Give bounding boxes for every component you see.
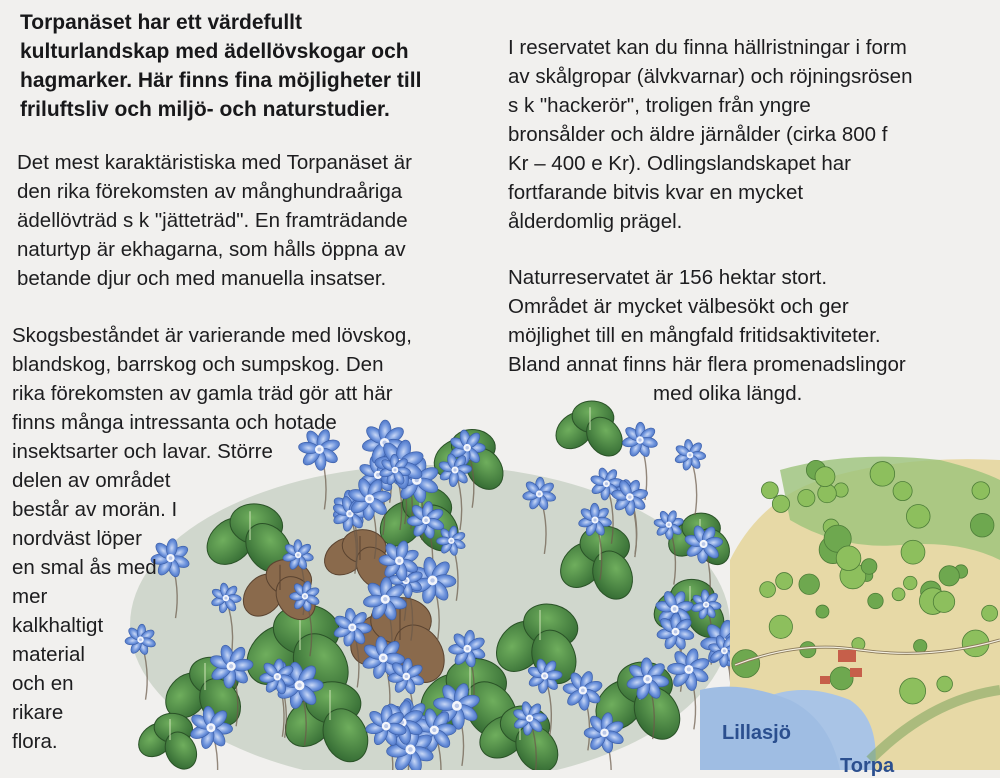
text-line: rikare [12, 701, 64, 724]
text-line: Skogsbeståndet är varierande med lövskog… [12, 324, 412, 347]
paragraph-skogsbestand: Skogsbeståndet är varierande med lövskog… [12, 321, 412, 756]
intro-line: Torpanäset har ett värdefullt [20, 11, 303, 34]
intro-line: kulturlandskap med ädellövskogar och [20, 40, 409, 63]
text-line: rika förekomsten av gamla träd gör att h… [12, 382, 393, 405]
text-line: nordväst löper [12, 527, 142, 550]
map-tree [775, 572, 794, 590]
intro-heading: Torpanäset har ett värdefullt kulturland… [20, 8, 421, 124]
text-line: och en [12, 672, 74, 695]
map-tree [891, 587, 906, 602]
text-line: bronsålder och äldre järnålder (cirka 80… [508, 123, 888, 146]
map-tree [768, 614, 793, 639]
map-tree [835, 545, 862, 571]
leaf [555, 400, 623, 457]
map-tree [771, 494, 790, 513]
map-tree [814, 466, 836, 488]
map-tree [900, 539, 926, 565]
paragraph-jattetrad: Det mest karaktäristiska med Torpanäset … [17, 148, 412, 293]
text-line: s k "hackerör", troligen från yngre [508, 94, 811, 117]
map-tree [906, 504, 931, 529]
text-line: den rika förekomsten av månghundraåriga [17, 180, 403, 203]
text-line: Kr – 400 e Kr). Odlingslandskapet har [508, 152, 851, 175]
text-line: flora. [12, 730, 58, 753]
text-line: kalkhaltigt [12, 614, 104, 637]
text-line: Det mest karaktäristiska med Torpanäset … [17, 151, 412, 174]
map-tree [860, 558, 878, 575]
text-line: betande djur och med manuella insatser. [17, 267, 387, 290]
text-line: en smal ås med [12, 556, 157, 579]
text-line: ålderdomlig prägel. [508, 210, 683, 233]
text-line: möjlighet till en mångfald fritidsaktivi… [508, 324, 881, 347]
paragraph-hallristningar: I reservatet kan du finna hällristningar… [508, 33, 913, 236]
map-tree [938, 565, 960, 587]
map-tree [867, 592, 884, 610]
map-tree [759, 581, 776, 598]
text-line: material [12, 643, 85, 666]
text-line: delen av området [12, 469, 171, 492]
map-tree [869, 461, 896, 487]
map-tree [829, 666, 854, 691]
map-tree [817, 483, 837, 504]
intro-line: friluftsliv och miljö- och naturstudier. [20, 98, 390, 121]
text-line: finns många intressanta och hotade [12, 411, 337, 434]
map-tree [815, 604, 830, 619]
map-tree [981, 604, 998, 622]
text-line: med olika längd. [653, 382, 803, 405]
text-line: av skålgropar (älvkvarnar) och röjningsr… [508, 65, 913, 88]
map-tree [932, 590, 956, 613]
text-line: insektsarter och lavar. Större [12, 440, 273, 463]
text-line: blandskog, barrskog och sumpskog. Den [12, 353, 384, 376]
map-tree [971, 481, 990, 500]
map-tree [903, 575, 918, 591]
text-line: I reservatet kan du finna hällristningar… [508, 36, 907, 59]
text-line: Naturreservatet är 156 hektar stort. [508, 266, 828, 289]
hepatica-flower [674, 439, 707, 471]
text-line: Området är mycket välbesökt och ger [508, 295, 849, 318]
map-tree [936, 675, 953, 693]
text-line: ädellövträd s k "jätteträd". En framträd… [17, 209, 408, 232]
text-line: består av morän. I [12, 498, 178, 521]
hepatica-flower [622, 421, 658, 457]
text-line: naturtyp är ekhagarna, som hålls öppna a… [17, 238, 406, 261]
map-tree [797, 489, 816, 508]
text-line: fortfarande bitvis kvar en mycket [508, 181, 804, 204]
map-tree [761, 481, 779, 500]
map-tree [913, 639, 928, 654]
map-label-torpa: Torpa [840, 755, 895, 777]
map-tree [892, 481, 913, 502]
map-tree [798, 573, 820, 595]
map-tree [899, 677, 927, 705]
map-tree [970, 513, 995, 538]
text-line: Bland annat finns här flera promenadslin… [508, 353, 906, 376]
map-label-lillasjo: Lillasjö [722, 722, 791, 744]
paragraph-naturreservatet: Naturreservatet är 156 hektar stort. Omr… [508, 263, 906, 408]
text-line: mer [12, 585, 48, 608]
intro-line: hagmarker. Här finns fina möjligheter ti… [20, 69, 422, 92]
